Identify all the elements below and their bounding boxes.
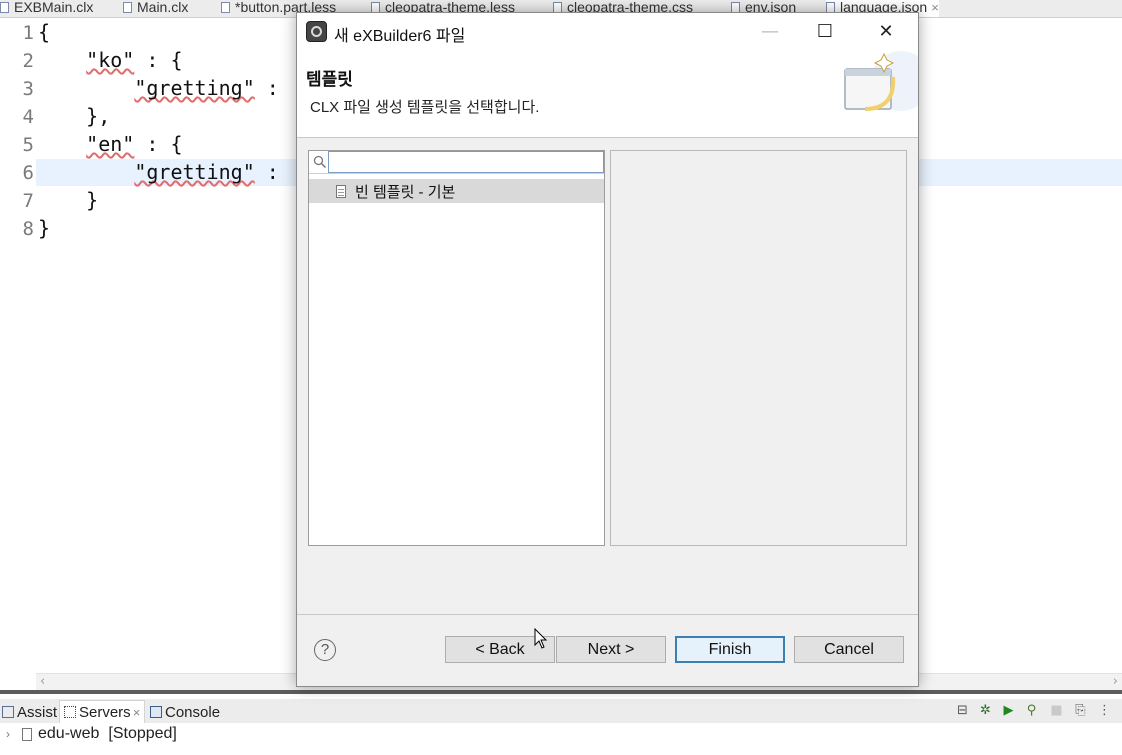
collapse-icon[interactable]: ⊟ (955, 703, 970, 718)
exbuilder-app-icon (306, 21, 327, 42)
line-number: 5 (22, 134, 34, 156)
start-server-icon[interactable]: ▶ (1001, 703, 1016, 718)
less-file-icon (371, 1, 380, 13)
dialog-title: 새 eXBuilder6 파일 (334, 28, 466, 45)
template-list-pane: 빈 템플릿 - 기본 (308, 150, 605, 546)
code-line-5: "en" : { (86, 132, 183, 156)
code-line-6: "gretting" : (134, 160, 279, 184)
clx-file-icon (0, 1, 9, 13)
code-line-7: } (38, 188, 99, 212)
publish-icon[interactable]: ⎘ (1073, 703, 1088, 718)
page-description: CLX 파일 생성 템플릿을 선택합니다. (310, 99, 540, 116)
line-number: 4 (22, 106, 34, 128)
code-line-1: { (38, 20, 51, 44)
stop-server-icon[interactable]: ■ (1049, 703, 1064, 718)
tab-label: Main.clx (137, 0, 189, 15)
mouse-pointer-icon (534, 628, 548, 649)
clx-file-icon (123, 1, 132, 13)
tab-close-icon[interactable]: × (931, 0, 939, 15)
line-number: 2 (22, 50, 34, 72)
maximize-button[interactable]: ☐ (796, 13, 854, 51)
new-file-dialog: 새 eXBuilder6 파일 — ☐ ✕ 템플릿 CLX 파일 생성 템플릿을… (296, 12, 919, 687)
server-name: edu-web (38, 725, 100, 742)
code-line-8: } (38, 216, 51, 240)
debug-server-icon[interactable]: ✲ (978, 703, 993, 718)
line-number: 1 (22, 22, 34, 44)
code-line-2: "ko" : { (86, 48, 183, 72)
line-number-gutter: 1 2 3 4 5 6 7 8 (0, 18, 36, 673)
minimize-button[interactable]: — (741, 13, 799, 51)
scroll-right-icon[interactable]: › (1113, 674, 1118, 689)
tab-console[interactable]: Console (150, 702, 220, 722)
help-icon[interactable]: ? (314, 639, 336, 661)
tab-exbmain[interactable]: EXBMain.clx (0, 0, 93, 17)
expand-icon[interactable]: › (6, 727, 10, 741)
line-number: 7 (22, 190, 34, 212)
template-search-row (309, 151, 604, 174)
cancel-button[interactable]: Cancel (794, 636, 904, 663)
code-line-4: }, (38, 104, 111, 128)
line-number: 3 (22, 78, 34, 100)
template-preview-pane (610, 150, 907, 546)
template-label: 빈 템플릿 - 기본 (355, 183, 456, 201)
tab-assist[interactable]: Assist (2, 702, 57, 722)
server-list: › edu-web [Stopped] (0, 723, 1122, 755)
server-status: [Stopped] (108, 725, 177, 742)
view-divider[interactable] (0, 690, 1122, 694)
finish-button[interactable]: Finish (675, 636, 785, 663)
template-search-input[interactable] (328, 151, 604, 173)
servers-icon (64, 706, 76, 718)
footer-divider (297, 614, 918, 615)
close-button[interactable]: ✕ (857, 13, 915, 51)
dialog-titlebar[interactable]: 새 eXBuilder6 파일 — ☐ ✕ (297, 13, 918, 51)
search-icon (313, 155, 327, 169)
less-file-icon (221, 1, 230, 13)
tab-servers[interactable]: Servers × (59, 700, 146, 723)
template-item[interactable]: 빈 템플릿 - 기본 (309, 179, 604, 203)
page-title: 템플릿 (306, 70, 353, 89)
scroll-left-icon[interactable]: ‹ (40, 674, 45, 689)
json-file-icon (731, 1, 740, 13)
code-line-3: "gretting" : (134, 76, 279, 100)
close-icon[interactable]: × (133, 705, 141, 720)
tab-main[interactable]: Main.clx (123, 0, 188, 17)
assist-icon (2, 706, 14, 718)
wizard-banner: 템플릿 CLX 파일 생성 템플릿을 선택합니다. (297, 51, 918, 138)
bottom-view-tabs: Assist Servers × Console ⊟ ✲ ▶ ⚲ ■ ⎘ ⋮ (0, 699, 1122, 723)
document-icon (336, 184, 346, 198)
server-row[interactable]: › edu-web [Stopped] (0, 723, 177, 745)
css-file-icon (553, 1, 562, 13)
server-icon (22, 727, 32, 741)
json-file-icon (826, 1, 835, 13)
tab-label: EXBMain.clx (14, 0, 94, 15)
wizard-banner-icon (837, 51, 918, 120)
line-number: 8 (22, 218, 34, 240)
profile-server-icon[interactable]: ⚲ (1024, 703, 1039, 718)
line-number: 6 (22, 162, 34, 184)
view-menu-icon[interactable]: ⋮ (1097, 703, 1112, 718)
console-icon (150, 706, 162, 718)
next-button[interactable]: Next > (556, 636, 666, 663)
